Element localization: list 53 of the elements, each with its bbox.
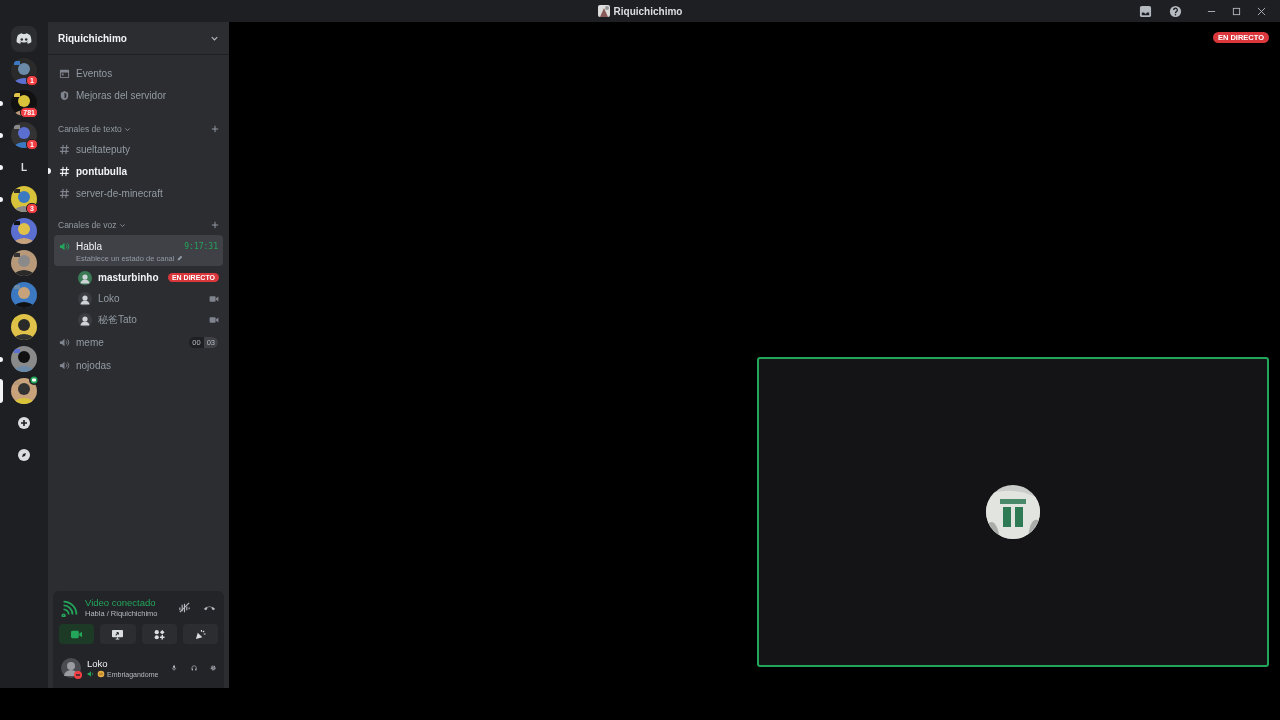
chevron-down-icon[interactable] (118, 221, 126, 229)
menu-item[interactable]: Eventos (76, 67, 113, 79)
channel-name[interactable]: meme (76, 336, 104, 348)
user-name[interactable]: Loko (98, 293, 120, 304)
close-icon[interactable] (1257, 6, 1266, 16)
party-popper-icon (193, 628, 207, 640)
speaker-icon (59, 240, 70, 252)
shield-icon (59, 89, 70, 101)
speaker-icon (59, 336, 70, 348)
avatar (78, 312, 92, 327)
connection-status: Video conectado (85, 597, 157, 608)
shapes-icon (152, 628, 166, 640)
user-name: Loko (87, 658, 109, 669)
add-channel-icon[interactable] (211, 221, 219, 229)
signal-icon (61, 598, 79, 617)
avatar (78, 270, 92, 285)
maximize-icon[interactable] (1232, 6, 1241, 16)
speaker-icon (87, 670, 95, 678)
noise-suppression-icon[interactable] (178, 601, 191, 614)
pencil-icon[interactable] (176, 255, 184, 262)
channel-name[interactable]: sueltateputy (76, 143, 130, 155)
channel-name[interactable]: Habla (76, 240, 103, 252)
channel-name[interactable]: server-de-minecraft (76, 187, 163, 199)
add-channel-icon[interactable] (211, 125, 219, 133)
speaker-icon (59, 359, 70, 371)
category-header[interactable]: Canales de voz (58, 220, 117, 230)
menu-item[interactable]: Mejoras del servidor (76, 89, 167, 101)
calendar-icon (59, 67, 70, 79)
emoji-icon (97, 670, 105, 678)
hash-icon (59, 187, 70, 199)
discord-icon[interactable] (11, 26, 37, 52)
screen-share-icon (111, 628, 125, 640)
video-tile[interactable] (757, 357, 1269, 667)
avatar (78, 291, 92, 306)
server-header[interactable]: Riquichichimo (48, 22, 229, 55)
activity-button[interactable] (141, 624, 177, 644)
window-title: Riquichichimo (613, 5, 683, 17)
camera-button[interactable] (59, 624, 95, 644)
user-name[interactable]: 秘爸Tato (98, 312, 137, 327)
soundboard-button[interactable] (182, 624, 218, 644)
chevron-down-icon[interactable] (123, 125, 131, 133)
hash-icon (59, 165, 70, 177)
inbox-icon[interactable] (1139, 4, 1152, 18)
help-icon[interactable] (1169, 4, 1182, 18)
call-timer: 9:17:31 (184, 241, 218, 251)
screen-button[interactable] (100, 624, 136, 644)
user-name[interactable]: masturbinho (98, 272, 159, 283)
category-header[interactable]: Canales de texto (58, 124, 122, 134)
channel-name[interactable]: pontubulla (76, 165, 128, 177)
do-not-disturb-icon (74, 671, 82, 679)
channel-name[interactable]: nojodas (76, 359, 112, 371)
video-camera-icon (70, 628, 84, 640)
hash-icon (59, 143, 70, 155)
